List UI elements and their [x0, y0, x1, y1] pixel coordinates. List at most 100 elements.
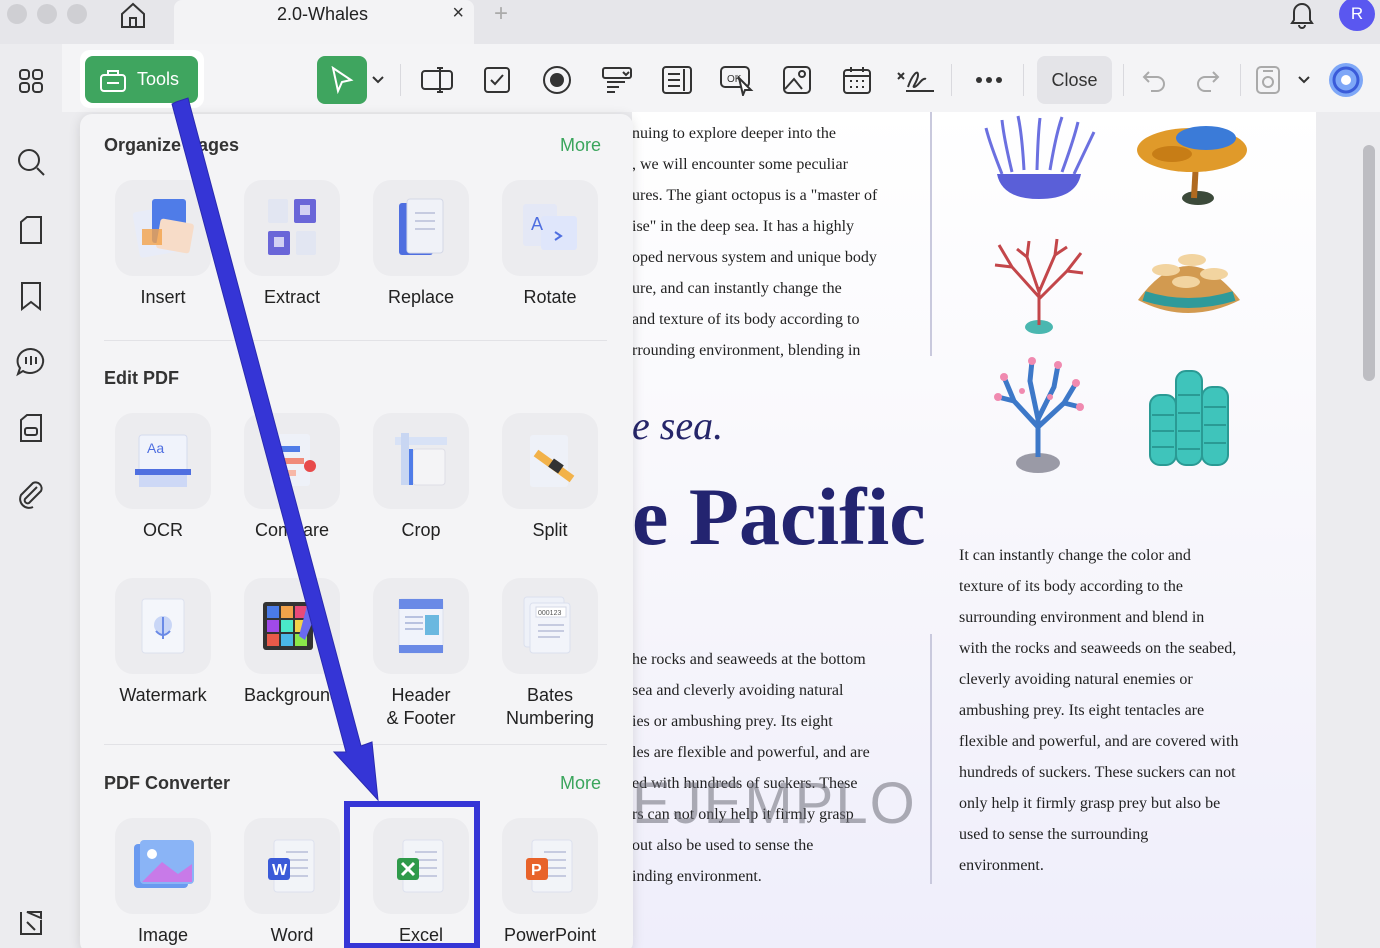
convert-to-powerpoint-tool[interactable]: P PowerPoint	[490, 818, 610, 947]
converter-more-link[interactable]: More	[560, 773, 601, 794]
signature-field-icon[interactable]	[896, 60, 936, 100]
doc-line: , we will encounter some peculiar	[632, 156, 848, 173]
ai-assistant-icon[interactable]	[1326, 60, 1366, 100]
vertical-scrollbar[interactable]	[1363, 145, 1375, 381]
svg-text:A: A	[531, 214, 543, 234]
doc-line: sea and cleverly avoiding natural	[632, 682, 844, 699]
save-options-chevron-icon[interactable]	[1294, 60, 1314, 100]
more-icon[interactable]	[969, 60, 1009, 100]
compare-label: Compare	[254, 520, 330, 540]
insert-tool[interactable]: Insert	[103, 180, 223, 309]
ocr-tool[interactable]: Aa OCR	[103, 413, 223, 542]
checkbox-icon[interactable]	[477, 60, 517, 100]
combo-box-icon[interactable]	[597, 60, 637, 100]
column-rule	[930, 112, 932, 356]
watermark-label: Watermark	[119, 685, 207, 705]
rotate-icon: A	[523, 204, 577, 250]
undo-icon[interactable]	[1134, 60, 1174, 100]
extract-tool[interactable]: Extract	[232, 180, 352, 309]
doc-line: he rocks and seaweeds at the bottom	[632, 651, 866, 668]
window-close-button[interactable]	[7, 4, 27, 24]
toolbar-divider	[1240, 64, 1241, 96]
background-label: Background	[243, 685, 341, 705]
replace-label: Replace	[387, 287, 455, 307]
svg-text:P: P	[531, 862, 542, 879]
convert-to-word-tool[interactable]: W Word	[232, 818, 352, 947]
pdf-converter-title: PDF Converter	[104, 773, 231, 793]
image-field-icon[interactable]	[777, 60, 817, 100]
grid-icon[interactable]	[14, 64, 48, 98]
document-text-column-top: nuing to explore deeper into the , we wi…	[632, 118, 902, 366]
tab-bar: 2.0-Whales × + R	[0, 0, 1380, 44]
document-tab-title: 2.0-Whales	[277, 4, 369, 24]
bell-icon[interactable]	[1288, 0, 1316, 35]
organize-pages-title: Organize Pages	[104, 135, 240, 155]
bates-numbering-label-line2: Numbering	[505, 708, 595, 728]
convert-to-image-tool[interactable]: Image	[103, 818, 223, 947]
doc-line: ures. The giant octopus is a "master of	[632, 187, 878, 204]
bates-numbering-tool[interactable]: 000123 Bates Numbering	[490, 578, 610, 730]
insert-icon	[132, 199, 194, 258]
tube-coral-image	[1149, 370, 1229, 466]
watermark-text: EJEMPLO	[632, 771, 917, 836]
convert-to-excel-tool[interactable]: Excel	[361, 818, 481, 947]
window-zoom-button[interactable]	[67, 4, 87, 24]
excel-label: Excel	[398, 925, 443, 945]
date-field-icon[interactable]	[837, 60, 877, 100]
tools-button[interactable]: Tools	[85, 56, 198, 103]
compare-tool[interactable]: Compare	[232, 413, 352, 542]
doc-line: It can instantly change the color and	[959, 547, 1191, 564]
close-button[interactable]: Close	[1037, 56, 1112, 104]
save-icon[interactable]	[1248, 60, 1288, 100]
background-tool[interactable]: Background	[232, 578, 352, 707]
replace-tool[interactable]: Replace	[361, 180, 481, 309]
home-icon[interactable]	[116, 0, 150, 30]
redo-icon[interactable]	[1188, 60, 1228, 100]
doc-line: inding environment.	[632, 868, 762, 885]
ocr-icon: Aa	[135, 434, 191, 487]
extract-icon	[268, 199, 316, 255]
select-tool-button[interactable]	[317, 56, 367, 104]
rotate-tool[interactable]: A Rotate	[490, 180, 610, 309]
comment-icon[interactable]	[14, 345, 48, 379]
document-text-column-bottom: he rocks and seaweeds at the bottom sea …	[632, 644, 902, 892]
organize-more-link[interactable]: More	[560, 135, 601, 156]
doc-line: surrounding environment and blend in	[959, 609, 1205, 626]
crop-label: Crop	[401, 520, 441, 540]
close-tab-icon[interactable]: ×	[452, 2, 464, 25]
chevron-down-icon[interactable]	[368, 60, 388, 100]
page-title: e Pacific	[632, 471, 926, 562]
button-icon[interactable]: OK	[717, 60, 757, 100]
doc-line: with the rocks and seaweeds on the seabe…	[959, 640, 1237, 657]
avatar[interactable]: R	[1339, 0, 1375, 31]
toolbar-divider	[951, 64, 952, 96]
attachment-icon[interactable]	[14, 477, 48, 511]
watermark-tool[interactable]: Watermark	[103, 578, 223, 707]
bates-numbering-icon: 000123	[523, 596, 571, 654]
text-field-icon[interactable]	[417, 60, 457, 100]
layers-icon[interactable]	[14, 906, 48, 940]
document-page: nuing to explore deeper into the , we wi…	[632, 112, 1316, 948]
window-minimize-button[interactable]	[37, 4, 57, 24]
doc-line: nuing to explore deeper into the	[632, 125, 836, 142]
form-icon[interactable]	[14, 411, 48, 445]
new-tab-icon[interactable]: +	[494, 0, 508, 28]
bookmark-icon[interactable]	[14, 279, 48, 313]
doc-line: only help it firmly grasp prey but also …	[959, 795, 1221, 812]
page-icon[interactable]	[14, 213, 48, 247]
image-label: Image	[137, 925, 189, 945]
document-tab[interactable]: 2.0-Whales ×	[174, 0, 474, 44]
toolbox-icon	[100, 69, 126, 92]
excel-icon	[397, 839, 444, 893]
list-box-icon[interactable]	[657, 60, 697, 100]
header-footer-tool[interactable]: Header & Footer	[361, 578, 481, 730]
search-icon[interactable]	[14, 145, 48, 179]
split-tool[interactable]: Split	[490, 413, 610, 542]
crop-tool[interactable]: Crop	[361, 413, 481, 542]
anemone-image	[984, 115, 1096, 199]
rotate-label: Rotate	[523, 287, 577, 307]
word-icon: W	[268, 839, 315, 893]
header-footer-label-line1: Header	[391, 685, 451, 705]
doc-line: hundreds of suckers. These suckers can n…	[959, 764, 1236, 781]
radio-icon[interactable]	[537, 60, 577, 100]
